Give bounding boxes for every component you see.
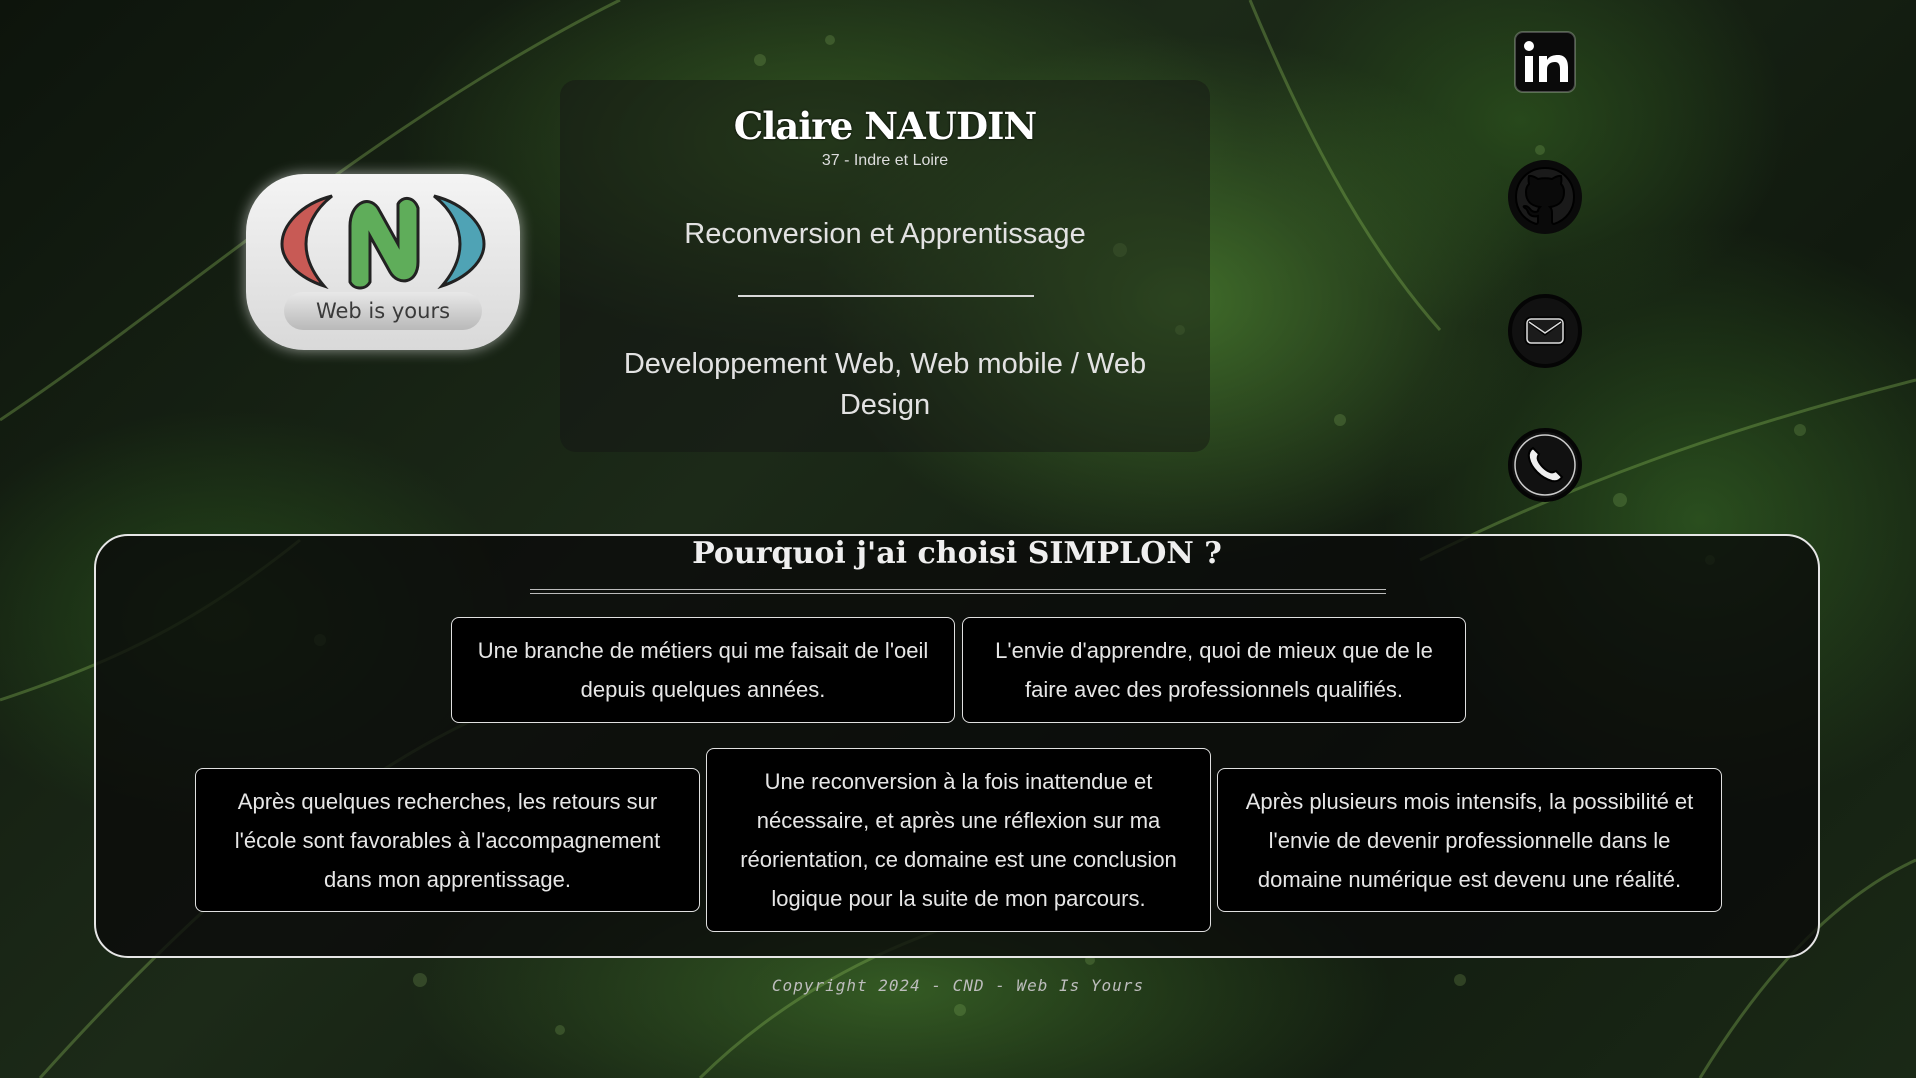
linkedin-icon [1514, 31, 1576, 93]
divider [738, 295, 1034, 297]
page-title: Claire NAUDIN [733, 104, 1037, 148]
logo-shapes-icon [280, 194, 486, 290]
github-icon [1508, 160, 1582, 234]
location-label: 37 - Indre et Loire [821, 152, 949, 169]
linkedin-link[interactable] [1506, 24, 1584, 102]
reason-card: L'envie d'apprendre, quoi de mieux que d… [962, 617, 1466, 723]
phone-link[interactable] [1506, 426, 1584, 504]
mail-icon [1508, 294, 1582, 368]
logo-caption: Web is yours [284, 292, 482, 330]
brand-logo: Web is yours [246, 174, 520, 350]
reason-card: Après quelques recherches, les retours s… [195, 768, 700, 912]
reason-card: Une branche de métiers qui me faisait de… [451, 617, 955, 723]
email-link[interactable] [1506, 292, 1584, 370]
reason-card: Une reconversion à la fois inattendue et… [706, 748, 1211, 932]
reason-card: Après plusieurs mois intensifs, la possi… [1217, 768, 1722, 912]
section-divider [530, 589, 1386, 594]
footer-copyright: Copyright 2024 - CND - Web Is Yours [771, 976, 1145, 995]
section-title: Pourquoi j'ai choisi SIMPLON ? [692, 536, 1222, 571]
domain-label: Developpement Web, Web mobile / Web Desi… [623, 348, 1147, 421]
phone-icon [1508, 428, 1582, 502]
subtitle: Reconversion et Apprentissage [684, 218, 1086, 250]
github-link[interactable] [1506, 158, 1584, 236]
